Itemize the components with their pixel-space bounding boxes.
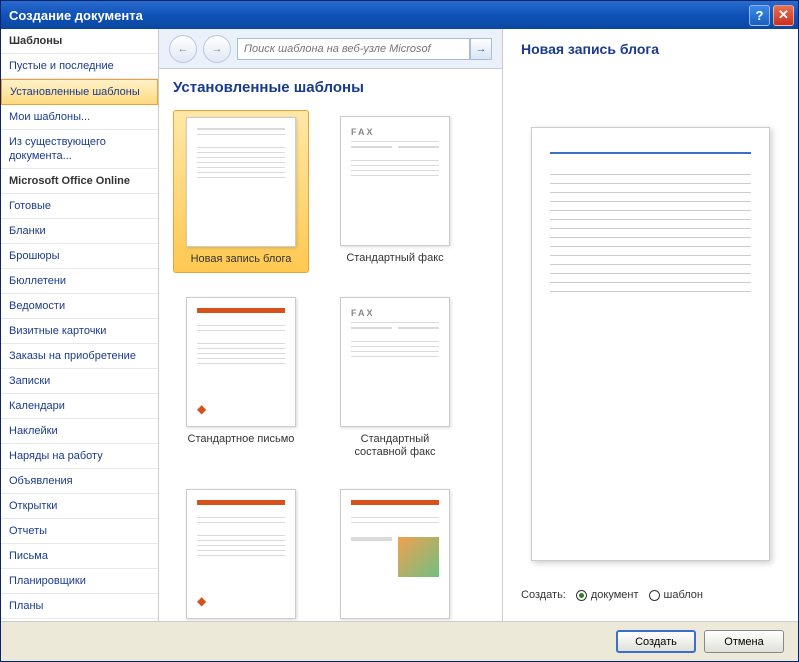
- arrow-right-icon: →: [476, 43, 487, 55]
- sidebar-item[interactable]: Календари: [1, 394, 158, 419]
- create-label: Создать:: [521, 589, 566, 601]
- template-item[interactable]: ◆ Стандартное письмо: [173, 291, 309, 465]
- dialog-window: Создание документа ? ✕ ШаблоныПустые и п…: [0, 0, 799, 662]
- preview-rule: [550, 152, 751, 154]
- sidebar-item[interactable]: Наклейки: [1, 419, 158, 444]
- sidebar-header: Шаблоны: [1, 29, 158, 54]
- template-item[interactable]: Стандартный отчет: [327, 483, 463, 621]
- sidebar-item[interactable]: Мои шаблоны...: [1, 105, 158, 130]
- template-thumbnail: ◆: [186, 489, 296, 619]
- radio-template[interactable]: шаблон: [649, 589, 703, 601]
- template-grid[interactable]: Новая запись блогаFAXСтандартный факс◆Ст…: [159, 102, 502, 621]
- arrow-right-icon: →: [212, 43, 223, 55]
- create-button[interactable]: Создать: [616, 630, 696, 653]
- template-thumbnail: [186, 117, 296, 247]
- sidebar-item[interactable]: Повестки дня: [1, 619, 158, 621]
- toolbar: ← → →: [159, 29, 502, 69]
- radio-icon: [576, 590, 587, 601]
- title-buttons: ? ✕: [749, 5, 794, 26]
- arrow-left-icon: ←: [178, 43, 189, 55]
- template-item[interactable]: ◆Стандартное составное письмо: [173, 483, 309, 621]
- titlebar[interactable]: Создание документа ? ✕: [1, 1, 798, 29]
- template-item[interactable]: FAX Стандартный факс: [327, 110, 463, 273]
- dialog-footer: Создать Отмена: [1, 621, 798, 661]
- preview-pane: Новая запись блога Создать: документ шаб…: [503, 29, 798, 621]
- template-item[interactable]: Новая запись блога: [173, 110, 309, 273]
- center-panel: ← → → Установленные шаблоны Новая запись…: [159, 29, 503, 621]
- template-label: Стандартное письмо: [188, 433, 295, 446]
- sidebar[interactable]: ШаблоныПустые и последниеУстановленные ш…: [1, 29, 159, 621]
- template-thumbnail: ◆: [186, 297, 296, 427]
- window-title: Создание документа: [9, 8, 749, 23]
- search-wrap: →: [237, 38, 492, 60]
- close-button[interactable]: ✕: [773, 5, 794, 26]
- sidebar-item[interactable]: Готовые: [1, 194, 158, 219]
- radio-template-label: шаблон: [664, 589, 703, 601]
- radio-document[interactable]: документ: [576, 589, 639, 601]
- sidebar-item[interactable]: Ведомости: [1, 294, 158, 319]
- sidebar-item[interactable]: Планы: [1, 594, 158, 619]
- sidebar-item[interactable]: Планировщики: [1, 569, 158, 594]
- radio-icon: [649, 590, 660, 601]
- section-title: Установленные шаблоны: [159, 69, 502, 102]
- sidebar-item[interactable]: Отчеты: [1, 519, 158, 544]
- template-label: Стандартный составной факс: [333, 433, 457, 459]
- template-thumbnail: [340, 489, 450, 619]
- sidebar-item[interactable]: Письма: [1, 544, 158, 569]
- sidebar-item[interactable]: Визитные карточки: [1, 319, 158, 344]
- sidebar-item[interactable]: Из существующего документа...: [1, 130, 158, 169]
- cancel-button[interactable]: Отмена: [704, 630, 784, 653]
- template-label: Стандартный факс: [346, 252, 443, 265]
- sidebar-item[interactable]: Записки: [1, 369, 158, 394]
- back-button[interactable]: ←: [169, 35, 197, 63]
- template-label: Новая запись блога: [191, 253, 292, 266]
- help-button[interactable]: ?: [749, 5, 770, 26]
- template-thumbnail: FAX: [340, 116, 450, 246]
- preview-document: [531, 127, 770, 561]
- sidebar-item[interactable]: Установленные шаблоны: [1, 79, 158, 105]
- sidebar-item[interactable]: Брошюры: [1, 244, 158, 269]
- sidebar-item[interactable]: Бюллетени: [1, 269, 158, 294]
- sidebar-item[interactable]: Открытки: [1, 494, 158, 519]
- create-options: Создать: документ шаблон: [521, 581, 780, 609]
- preview-title: Новая запись блога: [521, 41, 780, 67]
- sidebar-item[interactable]: Заказы на приобретение: [1, 344, 158, 369]
- dialog-body: ШаблоныПустые и последниеУстановленные ш…: [1, 29, 798, 621]
- radio-document-label: документ: [591, 589, 639, 601]
- search-go-button[interactable]: →: [470, 38, 492, 60]
- forward-button[interactable]: →: [203, 35, 231, 63]
- template-thumbnail: FAX: [340, 297, 450, 427]
- sidebar-header: Microsoft Office Online: [1, 169, 158, 194]
- sidebar-item[interactable]: Пустые и последние: [1, 54, 158, 79]
- sidebar-item[interactable]: Бланки: [1, 219, 158, 244]
- search-input[interactable]: [237, 38, 470, 60]
- template-item[interactable]: FAX Стандартный составной факс: [327, 291, 463, 465]
- sidebar-item[interactable]: Наряды на работу: [1, 444, 158, 469]
- sidebar-item[interactable]: Объявления: [1, 469, 158, 494]
